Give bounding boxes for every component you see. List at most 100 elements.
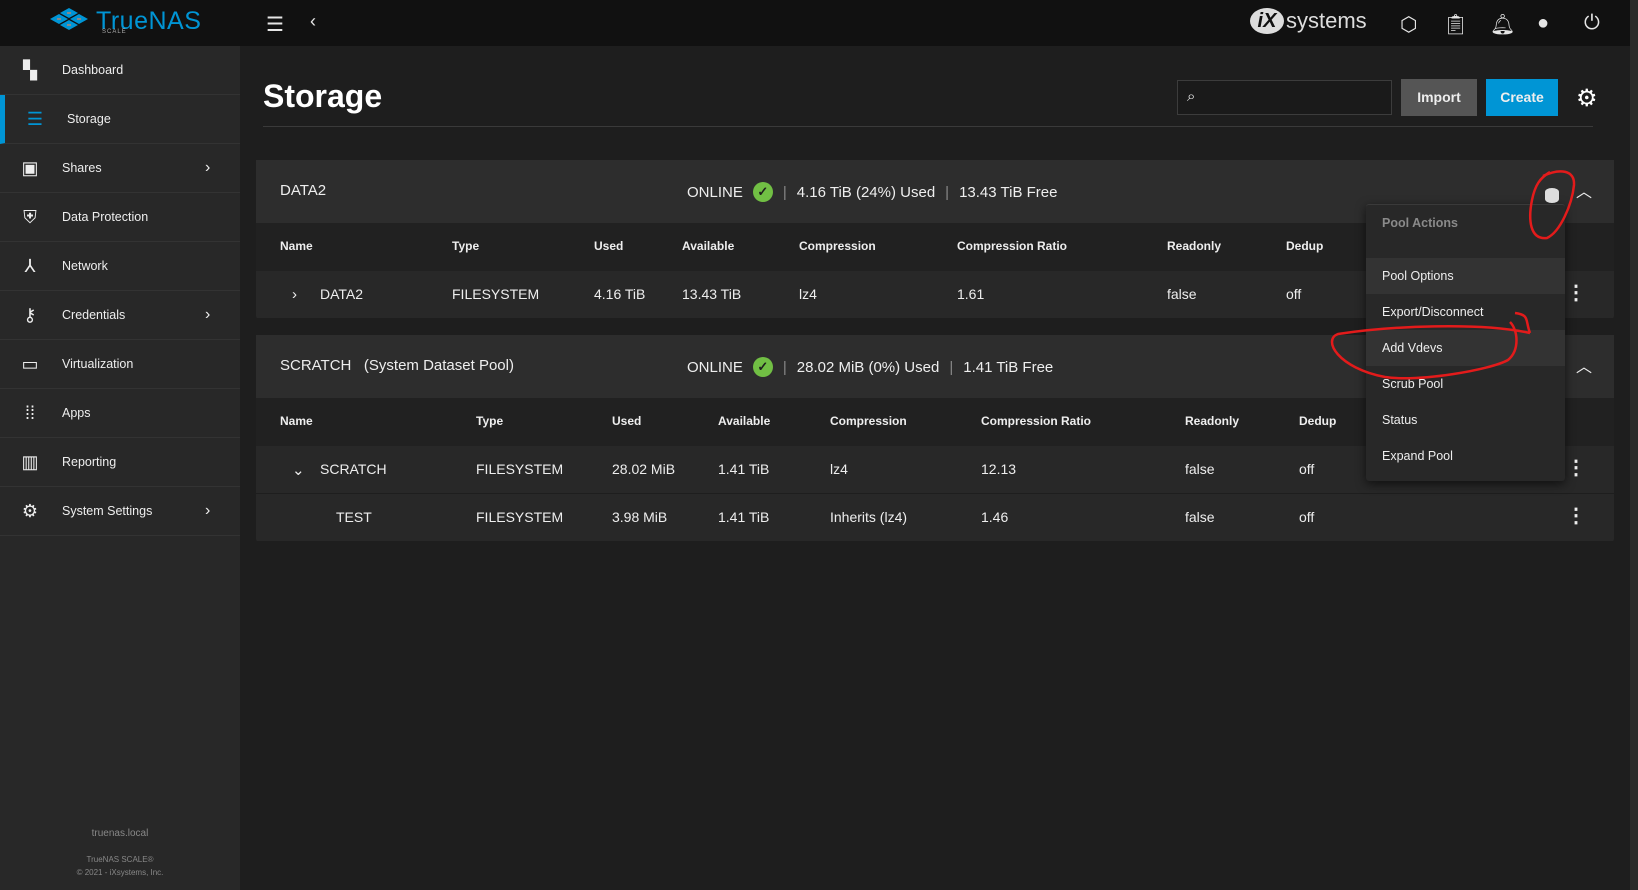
cell-dedup: off [1299,461,1315,477]
pool-name: DATA2 [280,182,327,199]
sidebar-item-dashboard[interactable]: ▚ Dashboard [0,46,240,95]
search-input[interactable]: ⌕ [1177,80,1392,115]
menu-item-export-disconnect[interactable]: Export/Disconnect [1366,294,1565,330]
import-button[interactable]: Import [1401,79,1477,116]
scrollbar[interactable] [1630,0,1638,890]
cell-name: SCRATCH [320,461,387,477]
column-header: Type [476,414,504,428]
cell-name: TEST [336,509,372,525]
truecommand-icon[interactable]: ⬡ [1400,12,1417,37]
truenas-logo-icon [50,8,88,30]
sidebar-item-label: Reporting [62,455,117,469]
pool-status: ONLINE [687,183,743,201]
sidebar-item-label: Dashboard [62,63,124,77]
product-name: TrueNAS SCALE® [86,855,154,864]
sidebar-item-storage[interactable]: ☰ Storage [0,95,240,144]
check-circle-icon: ✓ [752,182,773,202]
pool-used: 28.02 MiB (0%) Used [796,358,940,376]
column-header: Available [682,239,735,253]
top-bar: TrueNAS SCALE ☰ ‹ iX systems ⬡ 📋︎ 🔔︎ ● ⏻ [0,0,1630,46]
sidebar-item-data-protection[interactable]: ⛨ Data Protection [0,193,240,242]
table-row[interactable]: TEST FILESYSTEM 3.98 MiB 1.41 TiB Inherits (… [256,494,1614,542]
cell-dedup: off [1286,286,1302,302]
column-header: Name [280,239,313,253]
sidebar-item-label: Credentials [62,308,126,322]
menu-item-expand-pool[interactable]: Expand Pool [1366,438,1565,474]
cell-compression-ratio: 1.61 [957,286,985,302]
pool-free: 13.43 TiB Free [959,183,1058,201]
sidebar-item-network[interactable]: ⅄ Network [0,242,240,291]
bell-icon[interactable]: 🔔︎ [1490,12,1515,37]
menu-item-status[interactable]: Status [1366,402,1565,438]
chevron-right-icon: › [205,306,211,323]
menu-item-add-vdevs[interactable]: Add Vdevs [1366,330,1565,366]
cell-available: 1.41 TiB [718,509,770,525]
sidebar-item-label: Network [62,259,108,273]
column-header: Used [612,414,642,428]
laptop-icon: ▭ [21,354,39,374]
check-circle-icon: ✓ [752,357,773,377]
storage-icon: ☰ [26,109,44,129]
cell-available: 13.43 TiB [682,286,742,302]
clipboard-icon[interactable]: 📋︎ [1443,12,1468,37]
cell-compression: Inherits (lz4) [830,509,908,525]
chevron-left-icon[interactable]: ‹ [310,11,316,32]
more-vert-icon[interactable]: ⋮ [1566,506,1586,526]
column-header: Compression [830,414,907,428]
edition-label: SCALE [102,29,127,35]
chevron-right-icon: › [205,159,211,176]
account-icon[interactable]: ● [1537,12,1549,35]
cell-name: DATA2 [320,286,364,302]
column-header: Readonly [1185,414,1240,428]
shares-icon: ▣ [21,158,39,178]
chevron-up-icon[interactable]: ︿ [1576,178,1592,202]
cell-type: FILESYSTEM [452,286,540,302]
column-header: Used [594,239,624,253]
sidebar-item-label: Apps [62,406,91,420]
cell-compression-ratio: 1.46 [981,509,1009,525]
chevron-down-icon[interactable]: ⌄ [292,461,305,479]
shield-icon: ⛨ [23,207,37,227]
column-header: Readonly [1167,239,1222,253]
cell-available: 1.41 TiB [718,461,770,477]
dashboard-icon: ▚ [23,60,37,80]
cell-readonly: false [1185,509,1215,525]
power-icon[interactable]: ⏻ [1584,12,1600,35]
menu-toggle-icon[interactable]: ☰ [266,12,284,37]
chevron-right-icon[interactable]: › [292,286,297,303]
column-header: Compression [799,239,876,253]
more-vert-icon[interactable]: ⋮ [1566,458,1586,478]
chevron-right-icon: › [205,502,211,519]
cell-used: 4.16 TiB [594,286,646,302]
search-icon: ⌕ [1187,88,1196,105]
cell-readonly: false [1167,286,1197,302]
sidebar-item-label: Data Protection [62,210,149,224]
cell-dedup: off [1299,509,1315,525]
sidebar-item-label: System Settings [62,504,153,518]
column-header: Compression Ratio [981,414,1092,428]
cell-readonly: false [1185,461,1215,477]
pool-used: 4.16 TiB (24%) Used [796,183,936,201]
sidebar-item-label: Shares [62,161,102,175]
sidebar-item-shares[interactable]: ▣ Shares › [0,144,240,193]
settings-gear-icon[interactable]: ⚙ [1576,84,1598,113]
sidebar-item-apps[interactable]: ⁞⁞ Apps [0,389,240,438]
network-icon: ⅄ [24,256,36,276]
hostname: truenas.local [91,828,149,839]
sidebar-item-credentials[interactable]: ⚷ Credentials › [0,291,240,340]
column-header: Type [452,239,480,253]
more-vert-icon[interactable]: ⋮ [1566,283,1586,303]
menu-header: Pool Actions [1382,216,1458,230]
sidebar-item-reporting[interactable]: ▥ Reporting [0,438,240,487]
chevron-up-icon[interactable]: ︿ [1576,353,1592,377]
sidebar-item-virtualization[interactable]: ▭ Virtualization [0,340,240,389]
sidebar-item-system-settings[interactable]: ⚙ System Settings › [0,487,240,536]
menu-item-scrub-pool[interactable]: Scrub Pool [1366,366,1565,402]
pool-name: SCRATCH [280,357,352,374]
copyright: © 2021 - iXsystems, Inc. [76,868,164,877]
menu-item-pool-options[interactable]: Pool Options [1366,258,1565,294]
create-button[interactable]: Create [1486,79,1558,116]
sidebar: ▚ Dashboard ☰ Storage ▣ Shares › ⛨ Data Protecti… [0,46,240,890]
page-title: Storage [263,78,383,114]
column-header: Compression Ratio [957,239,1068,253]
